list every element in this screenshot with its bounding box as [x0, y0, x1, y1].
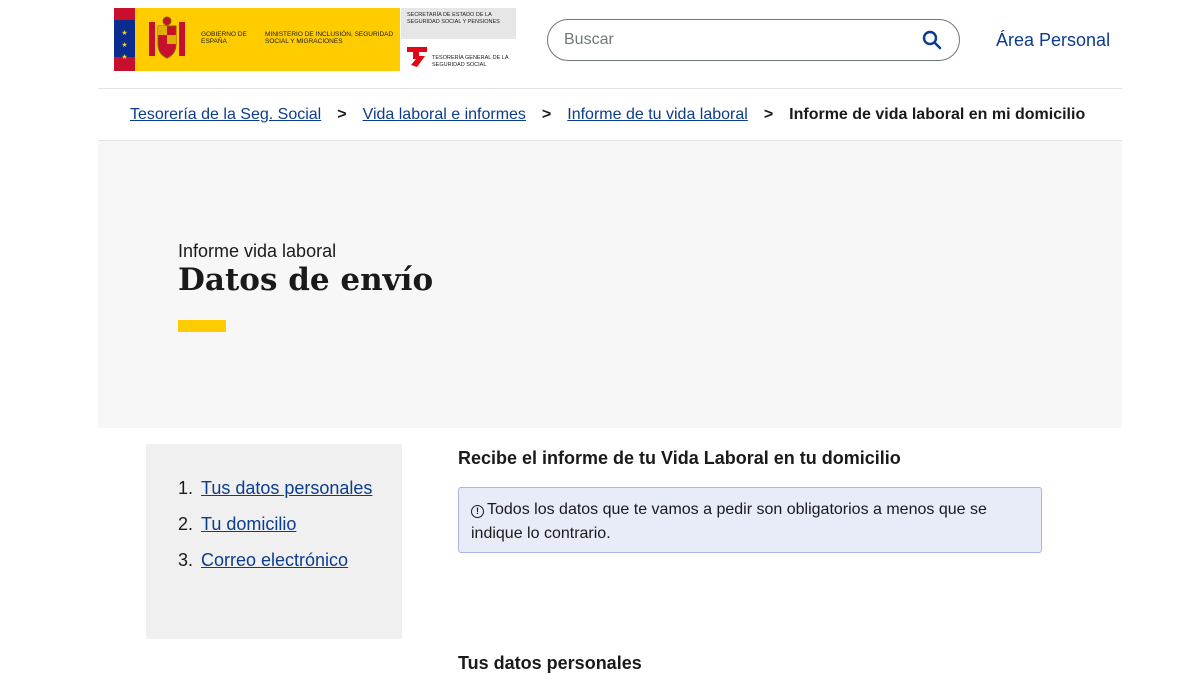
breadcrumb-link-tesoreria[interactable]: Tesorería de la Seg. Social [130, 106, 321, 124]
government-logo[interactable]: ★ ★ ★ Gobierno de España Ministerio de Inc… [114, 8, 516, 71]
breadcrumb-link-vida-laboral[interactable]: Vida laboral e informes [363, 106, 526, 124]
notice-text: Todos los datos que te vamos a pedir son… [471, 501, 987, 542]
section-heading-datos-personales: Tus datos personales [458, 653, 642, 673]
step-number: 1. [178, 478, 194, 498]
steps-sidebar: 1. Tus datos personales 2. Tu domicilio … [146, 444, 402, 639]
site-header: ★ ★ ★ Gobierno de España Ministerio de Inc… [98, 0, 1122, 89]
area-personal-link[interactable]: Área Personal [996, 30, 1110, 51]
info-icon: ! [471, 505, 484, 518]
search-bar[interactable]: Buscar [547, 19, 960, 61]
gobierno-text: Gobierno de España [201, 31, 247, 45]
chevron-right-icon: > [763, 105, 774, 123]
page-subtitle: Informe vida laboral [178, 241, 337, 261]
eu-flag-stripe: ★ ★ ★ [114, 8, 135, 71]
tesoreria-text: Tesorería General de la Seguridad Social [432, 55, 509, 68]
tgss-logo-icon [407, 47, 427, 67]
page-hero: Informe vida laboral Datos de envío [98, 141, 1122, 428]
step-link-correo[interactable]: Correo electrónico [201, 550, 348, 586]
ministerio-text: Ministerio de Inclusión, Seguridad Socia… [265, 31, 394, 45]
gobierno-logo-block: Gobierno de España Ministerio de Inclusi… [135, 8, 400, 71]
title-accent-bar [178, 320, 226, 332]
secretaria-text: Secretaría de Estado de la Seguridad Soc… [401, 8, 516, 39]
form-heading: Recibe el informe de tu Vida Laboral en … [458, 448, 901, 468]
breadcrumb-current: Informe de vida laboral en mi domicilio [789, 105, 1086, 123]
page-title: Datos de envío [178, 262, 434, 298]
info-notice: ! Todos los datos que te vamos a pedir so… [458, 487, 1042, 553]
step-item: 2. Tu domicilio [178, 514, 402, 550]
step-link-domicilio[interactable]: Tu domicilio [201, 514, 296, 550]
step-item: 3. Correo electrónico [178, 550, 402, 586]
search-input[interactable]: Buscar [564, 31, 921, 49]
coat-of-arms-icon [149, 16, 185, 59]
search-icon[interactable] [921, 29, 943, 51]
chevron-right-icon: > [541, 105, 552, 123]
breadcrumb: Tesorería de la Seg. Social > Vida labor… [98, 89, 1122, 141]
step-item: 1. Tus datos personales [178, 478, 402, 514]
breadcrumb-link-informe[interactable]: Informe de tu vida laboral [567, 106, 748, 124]
chevron-right-icon: > [337, 105, 347, 123]
tgss-logo-block: Secretaría de Estado de la Seguridad Soc… [400, 8, 516, 71]
step-number: 3. [178, 550, 194, 570]
step-link-datos-personales[interactable]: Tus datos personales [201, 478, 372, 514]
step-number: 2. [178, 514, 194, 534]
